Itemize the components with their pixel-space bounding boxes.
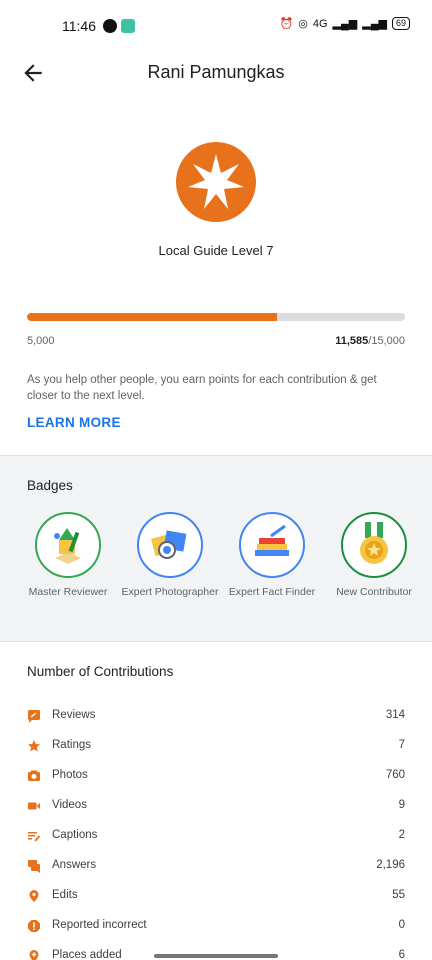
badges-section: Badges Master Reviewer Expert Photograph… [0,455,432,642]
contribution-label: Ratings [52,739,91,751]
contribution-row-edits[interactable]: Edits 55 [0,881,432,911]
min-points: 5,000 [27,335,55,347]
pinterest-icon [103,19,117,33]
status-bar: 11:46 ⏰ ◎ 4G ▂▄▆ ▂▄▆ 69 [0,0,432,50]
contribution-value: 55 [392,889,405,901]
level-progress-fill [27,313,278,321]
contribution-label: Photos [52,769,88,781]
answers-icon [28,860,40,873]
alarm-icon: ⏰ [279,18,294,30]
captions-icon [28,832,41,842]
contribution-value: 2 [398,829,405,841]
status-indicators: ⏰ ◎ 4G ▂▄▆ ▂▄▆ 69 [280,17,410,30]
badge-label: Expert Photographer [121,586,219,598]
learn-more-link[interactable]: LEARN MORE [27,415,121,430]
contribution-label: Places added [52,949,122,960]
signal-icon: ▂▄▆ [332,18,358,30]
badge-new-contributor[interactable]: New Contributor [322,512,426,598]
expert-fact-finder-badge-icon [239,512,305,578]
badge-expert-photographer[interactable]: Expert Photographer [118,512,222,598]
contribution-value: 0 [398,919,405,931]
contribution-value: 7 [398,739,405,751]
level-label: Local Guide Level 7 [158,243,274,258]
badge-label: Master Reviewer [28,586,108,598]
contribution-label: Answers [52,859,97,871]
badge-master-reviewer[interactable]: Master Reviewer [16,512,120,598]
star-icon [188,154,244,209]
contributions-title: Number of Contributions [27,664,174,679]
contribution-row-reported-incorrect[interactable]: Reported incorrect 0 [0,911,432,941]
current-points: 11,585 [335,335,369,347]
master-reviewer-badge-icon [35,512,101,578]
points-progress: 11,585/15,000 [335,335,405,347]
contribution-value: 6 [398,949,405,960]
contribution-label: Edits [52,889,78,901]
contribution-value: 314 [385,709,405,721]
contribution-value: 760 [385,769,405,781]
new-contributor-badge-icon [341,512,407,578]
add-place-icon [29,950,39,960]
camera-icon [28,770,40,781]
battery-icon: 69 [391,17,410,30]
contribution-label: Captions [52,829,98,841]
level-progress-bar [27,313,405,321]
badges-title: Badges [27,478,73,493]
network-type: 4G [312,17,328,30]
star-icon [28,740,40,752]
help-text: As you help other people, you earn point… [27,374,377,402]
expert-photographer-badge-icon [137,512,203,578]
signal-icon-2: ▂▄▆ [362,18,387,30]
contribution-row-answers[interactable]: Answers 2,196 [0,851,432,881]
contribution-label: Reviews [52,709,96,721]
badge-label: Expert Fact Finder [228,586,316,598]
contribution-value: 2,196 [376,859,405,871]
max-points: /15,000 [368,335,405,347]
video-icon [28,802,40,810]
badge-expert-fact-finder[interactable]: Expert Fact Finder [220,512,324,598]
contribution-label: Videos [52,799,87,811]
contribution-row-photos[interactable]: Photos 760 [0,761,432,791]
report-icon [28,920,40,932]
contribution-row-captions[interactable]: Captions 2 [0,821,432,851]
contribution-row-reviews[interactable]: Reviews 314 [0,701,432,731]
contribution-value: 9 [398,799,405,811]
page-title: Rani Pamungkas [147,62,285,82]
contribution-row-videos[interactable]: Videos 9 [0,791,432,821]
messaging-app-icon [121,19,135,33]
location-icon: ◎ [298,18,308,30]
badge-label: New Contributor [336,586,412,598]
edit-pin-icon [29,890,39,902]
app-bar: Rani Pamungkas [0,50,432,96]
contributions-list: Reviews 314 Ratings 7 Photos 760 Videos … [0,701,432,960]
status-time: 11:46 [62,18,96,34]
contribution-label: Reported incorrect [52,919,147,931]
review-icon [28,710,40,723]
contribution-row-ratings[interactable]: Ratings 7 [0,731,432,761]
home-indicator[interactable] [154,954,278,958]
local-guide-level-badge [176,142,256,222]
